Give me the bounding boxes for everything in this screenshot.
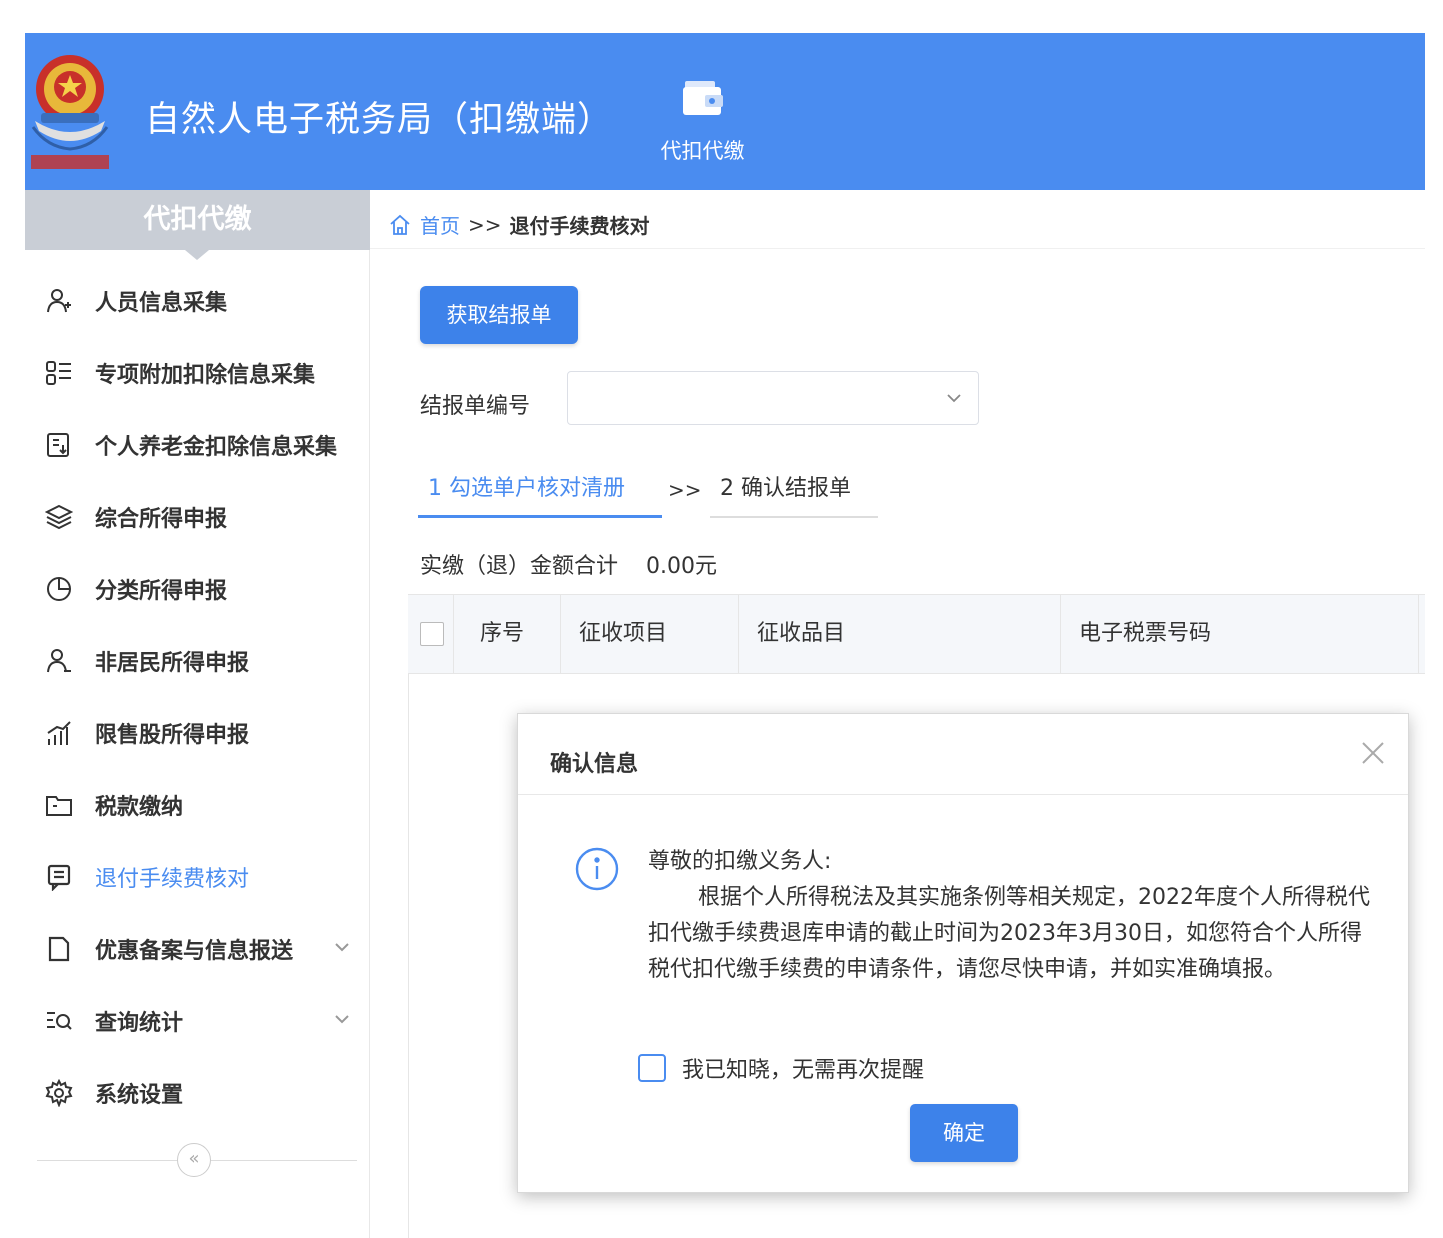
table-header-index: 序号	[454, 595, 561, 673]
sidebar-item-system-settings[interactable]: 系统设置	[25, 1057, 370, 1129]
sidebar-item-label: 税款缴纳	[95, 795, 184, 820]
sidebar-item-label: 分类所得申报	[95, 579, 228, 604]
acknowledge-checkbox[interactable]	[638, 1054, 666, 1082]
step-tabs: 1 勾选单户核对清册 >> 2 确认结报单	[418, 470, 888, 520]
sidebar-menu: 人员信息采集 专项附加扣除信息采集 个人养老金扣除信息采集 综合所得申报 分类所…	[25, 265, 370, 1129]
sidebar-item-label: 查询统计	[95, 1011, 184, 1036]
user-icon	[43, 645, 75, 677]
total-amount-value: 0.00元	[646, 554, 718, 579]
settlement-number-select[interactable]	[567, 371, 979, 425]
nav-tab-withholding[interactable]: 代扣代缴	[645, 71, 760, 171]
collapse-sidebar-button[interactable]: «	[177, 1143, 211, 1177]
pie-chart-icon	[43, 573, 75, 605]
app-title: 自然人电子税务局（扣缴端）	[145, 100, 614, 140]
tax-emblem-logo	[31, 55, 109, 169]
folder-icon	[43, 789, 75, 821]
nav-tab-label: 代扣代缴	[660, 139, 745, 163]
dialog-title: 确认信息	[550, 752, 639, 777]
form-icon	[43, 861, 75, 893]
table-header: 序号 征收项目 征收品目 电子税票号码	[408, 594, 1425, 674]
sidebar-item-label: 非居民所得申报	[95, 651, 250, 676]
table-body-border	[408, 674, 409, 1238]
sidebar-item-classified-income[interactable]: 分类所得申报	[25, 553, 370, 625]
chevron-down-icon	[947, 394, 961, 403]
acknowledge-option[interactable]: 我已知晓，无需再次提醒	[638, 1052, 924, 1084]
sidebar-item-label: 专项附加扣除信息采集	[95, 363, 316, 388]
search-list-icon	[43, 1005, 75, 1037]
sidebar-title: 代扣代缴	[25, 190, 370, 260]
sidebar-item-label: 人员信息采集	[95, 291, 228, 316]
file-icon	[43, 933, 75, 965]
sidebar-item-query-stats[interactable]: 查询统计	[25, 985, 370, 1057]
sidebar-item-label: 优惠备案与信息报送	[95, 939, 294, 964]
sidebar: 代扣代缴 人员信息采集 专项附加扣除信息采集 个人养老金扣除信息采集 综合所得申…	[25, 190, 370, 1238]
breadcrumb-separator: >>	[468, 212, 502, 237]
sidebar-item-preferential-filing[interactable]: 优惠备案与信息报送	[25, 913, 370, 985]
top-header: 自然人电子税务局（扣缴端） 代扣代缴	[25, 33, 1425, 190]
sidebar-item-restricted-stock[interactable]: 限售股所得申报	[25, 697, 370, 769]
gear-icon	[43, 1077, 75, 1109]
tab-step-1[interactable]: 1 勾选单户核对清册	[418, 470, 662, 518]
bar-chart-icon	[43, 717, 75, 749]
close-icon[interactable]	[1358, 738, 1388, 768]
sidebar-item-label: 系统设置	[95, 1083, 184, 1108]
sidebar-item-special-deduction[interactable]: 专项附加扣除信息采集	[25, 337, 370, 409]
sidebar-item-tax-payment[interactable]: 税款缴纳	[25, 769, 370, 841]
tab-step-2[interactable]: 2 确认结报单	[710, 470, 878, 518]
confirm-button[interactable]: 确定	[910, 1104, 1018, 1162]
wallet-icon	[682, 81, 723, 115]
person-icon	[43, 285, 75, 317]
table-header-collection-item: 征收项目	[561, 595, 739, 673]
settlement-number-label: 结报单编号	[420, 394, 531, 419]
table-header-check-cell	[408, 595, 454, 673]
table-header-tax-ticket-number: 电子税票号码	[1061, 595, 1419, 673]
sidebar-item-comprehensive-income[interactable]: 综合所得申报	[25, 481, 370, 553]
layers-icon	[43, 501, 75, 533]
document-icon	[43, 429, 75, 461]
dialog-message: 尊敬的扣缴义务人: 根据个人所得税法及其实施条例等相关规定，2022年度个人所得…	[648, 844, 1378, 988]
sidebar-item-nonresident-income[interactable]: 非居民所得申报	[25, 625, 370, 697]
confirm-dialog: 确认信息 尊敬的扣缴义务人: 根据个人所得税法及其实施条例等相关规定，2022年…	[517, 713, 1409, 1193]
app-window: 自然人电子税务局（扣缴端） 代扣代缴 代扣代缴 人员信息采集 专项附加扣除信息采…	[25, 33, 1425, 1238]
info-icon	[575, 847, 619, 891]
chevron-down-icon	[335, 1015, 349, 1024]
total-amount-row: 实缴（退）金额合计 0.00元	[420, 548, 717, 580]
sidebar-item-label: 个人养老金扣除信息采集	[95, 435, 338, 460]
list-icon	[43, 357, 75, 389]
breadcrumb: 首页 >> 退付手续费核对	[388, 210, 650, 239]
dialog-divider	[518, 794, 1408, 795]
chevron-down-icon	[335, 943, 349, 952]
step-separator: >>	[668, 478, 702, 502]
dialog-greeting: 尊敬的扣缴义务人:	[648, 849, 832, 874]
sidebar-item-refund-fee-check[interactable]: 退付手续费核对	[25, 841, 370, 913]
breadcrumb-current: 退付手续费核对	[509, 214, 650, 238]
sidebar-item-label: 退付手续费核对	[95, 867, 250, 892]
fetch-settlement-button[interactable]: 获取结报单	[420, 286, 578, 344]
breadcrumb-divider	[370, 248, 1425, 249]
dialog-body: 根据个人所得税法及其实施条例等相关规定，2022年度个人所得税代扣代缴手续费退库…	[648, 885, 1370, 982]
table-header-collection-category: 征收品目	[739, 595, 1061, 673]
home-icon[interactable]	[388, 213, 412, 237]
sidebar-item-label: 综合所得申报	[95, 507, 228, 532]
sidebar-item-pension-deduction[interactable]: 个人养老金扣除信息采集	[25, 409, 370, 481]
total-amount-label: 实缴（退）金额合计	[420, 554, 619, 579]
sidebar-item-personnel-info[interactable]: 人员信息采集	[25, 265, 370, 337]
sidebar-item-label: 限售股所得申报	[95, 723, 250, 748]
acknowledge-label: 我已知晓，无需再次提醒	[682, 1058, 925, 1083]
breadcrumb-home-link[interactable]: 首页	[420, 210, 460, 239]
